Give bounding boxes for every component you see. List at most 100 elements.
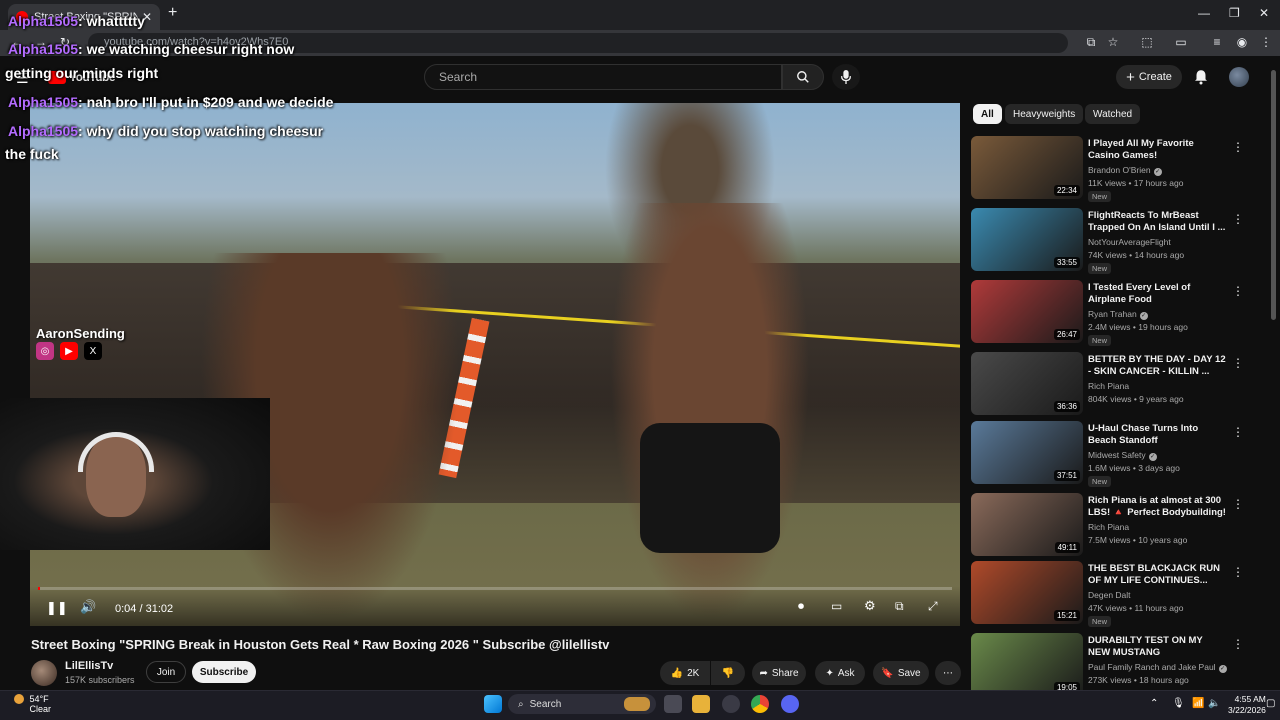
new-tab-icon[interactable]: + xyxy=(168,4,177,22)
menu-kebab-icon[interactable]: ⋮ xyxy=(1259,35,1273,49)
recommendation-item[interactable]: 22:34 I Played All My Favorite Casino Gam… xyxy=(971,136,1271,202)
channel-name[interactable]: LilEllisTv xyxy=(65,660,113,672)
miniplayer-icon[interactable]: ⧉ xyxy=(895,599,904,614)
recommendation-channel[interactable]: Rich Piana xyxy=(1088,381,1129,391)
join-button[interactable]: Join xyxy=(146,661,186,683)
settings-app-icon[interactable] xyxy=(722,695,740,713)
account-avatar[interactable] xyxy=(1229,67,1249,87)
more-vertical-icon[interactable]: ⋮ xyxy=(1232,637,1244,651)
channel-avatar[interactable] xyxy=(31,660,57,686)
windows-start-icon[interactable] xyxy=(484,695,502,713)
volume-icon[interactable]: 🔊 xyxy=(80,599,96,615)
recommendation-title[interactable]: BETTER BY THE DAY - DAY 12 - SKIN CANCER… xyxy=(1088,354,1226,378)
progress-bar[interactable] xyxy=(38,587,952,590)
recommendation-item[interactable]: 15:21 THE BEST BLACKJACK RUN OF MY LIFE C… xyxy=(971,561,1271,627)
task-view-icon[interactable] xyxy=(664,695,682,713)
notification-center-icon[interactable]: ▢ xyxy=(1266,698,1275,709)
settings-gear-icon[interactable]: ⚙ xyxy=(864,598,876,614)
restore-icon[interactable]: ❐ xyxy=(1229,6,1240,20)
volume-tray-icon[interactable]: 🔈 xyxy=(1208,698,1220,709)
voice-search-button[interactable] xyxy=(832,64,860,90)
share-button[interactable]: ➦ Share xyxy=(752,661,806,685)
recommendation-title[interactable]: I Played All My Favorite Casino Games! xyxy=(1088,138,1226,162)
file-explorer-icon[interactable] xyxy=(692,695,710,713)
system-clock[interactable]: 4:55 AM 3/22/2026 xyxy=(1228,694,1266,716)
ask-button[interactable]: ✦ Ask xyxy=(815,661,865,685)
channel-label: Degen Dalt xyxy=(1088,590,1131,600)
recommendation-title[interactable]: THE BEST BLACKJACK RUN OF MY LIFE CONTIN… xyxy=(1088,563,1226,587)
recommendation-title[interactable]: FlightReacts To MrBeast Trapped On An Is… xyxy=(1088,210,1226,234)
new-badge: New xyxy=(1088,191,1112,202)
more-vertical-icon[interactable]: ⋮ xyxy=(1232,497,1244,511)
more-actions-button[interactable]: ⋯ xyxy=(935,661,961,685)
video-thumbnail[interactable]: 22:34 xyxy=(971,136,1083,199)
cast-icon[interactable]: ⧉ xyxy=(1084,35,1098,49)
chat-message: Alpha1505: whattttty xyxy=(8,13,145,29)
video-thumbnail[interactable]: 19:05 xyxy=(971,633,1083,696)
search-input[interactable]: Search xyxy=(424,64,782,90)
search-icon xyxy=(797,71,809,83)
subscribe-button[interactable]: Subscribe xyxy=(192,661,256,683)
video-thumbnail[interactable]: 49:11 xyxy=(971,493,1083,556)
recommendation-title[interactable]: Rich Piana is at almost at 300 LBS! 🔺 Pe… xyxy=(1088,495,1226,519)
minimize-icon[interactable]: — xyxy=(1198,6,1210,20)
fullscreen-icon[interactable]: ⤢ xyxy=(928,599,938,614)
create-button[interactable]: + Create xyxy=(1116,65,1182,89)
recommendation-item[interactable]: 49:11 Rich Piana is at almost at 300 LBS!… xyxy=(971,493,1271,559)
video-thumbnail[interactable]: 37:51 xyxy=(971,421,1083,484)
video-thumbnail[interactable]: 33:55 xyxy=(971,208,1083,271)
recommendation-item[interactable]: 36:36 BETTER BY THE DAY - DAY 12 - SKIN C… xyxy=(971,352,1271,418)
video-thumbnail[interactable]: 15:21 xyxy=(971,561,1083,624)
chip-watched[interactable]: Watched xyxy=(1085,104,1141,124)
notifications-bell-icon[interactable] xyxy=(1192,68,1210,86)
more-vertical-icon[interactable]: ⋮ xyxy=(1232,565,1244,579)
recommendation-channel[interactable]: Ryan Trahan ✓ xyxy=(1088,309,1148,320)
search-button[interactable] xyxy=(782,64,824,90)
media-icon[interactable]: ≡ xyxy=(1210,35,1224,49)
recommendation-channel[interactable]: Paul Family Ranch and Jake Paul ✓ xyxy=(1088,662,1227,673)
video-thumbnail[interactable]: 26:47 xyxy=(971,280,1083,343)
recommendation-channel[interactable]: Degen Dalt xyxy=(1088,590,1131,600)
subtitles-icon[interactable]: ▭ xyxy=(831,599,842,613)
new-badge: New xyxy=(1088,616,1112,627)
bookmark-star-icon[interactable]: ☆ xyxy=(1106,35,1120,49)
sidebar-scrollbar[interactable] xyxy=(1271,70,1276,320)
recommendation-item[interactable]: 26:47 I Tested Every Level of Airplane Fo… xyxy=(971,280,1271,346)
more-vertical-icon[interactable]: ⋮ xyxy=(1232,212,1244,226)
save-button[interactable]: 🔖 Save xyxy=(873,661,929,685)
tray-chevron-icon[interactable]: ⌃ xyxy=(1150,698,1158,709)
chip-heavyweights[interactable]: Heavyweights xyxy=(1005,104,1084,124)
recommendation-channel[interactable]: Midwest Safety ✓ xyxy=(1088,450,1157,461)
mic-tray-icon[interactable]: 🎙 xyxy=(1172,698,1185,709)
like-button[interactable]: 👍 2K xyxy=(660,661,710,685)
recommendation-channel[interactable]: Rich Piana xyxy=(1088,522,1129,532)
recommendation-item[interactable]: 33:55 FlightReacts To MrBeast Trapped On … xyxy=(971,208,1271,274)
discord-icon[interactable] xyxy=(781,695,799,713)
recommendation-title[interactable]: U-Haul Chase Turns Into Beach Standoff xyxy=(1088,423,1226,447)
profile-icon[interactable]: ◉ xyxy=(1235,35,1249,49)
recommendation-channel[interactable]: Brandon O'Brien ✓ xyxy=(1088,165,1162,176)
extensions-icon[interactable]: ⬚ xyxy=(1140,35,1154,49)
window-close-icon[interactable]: ✕ xyxy=(1259,6,1269,20)
recommendation-item[interactable]: 37:51 U-Haul Chase Turns Into Beach Stand… xyxy=(971,421,1271,487)
weather-widget[interactable]: 54°F Clear xyxy=(14,694,51,714)
pause-icon[interactable]: ❚❚ xyxy=(46,600,68,616)
recommendation-title[interactable]: DURABILTY TEST ON MY NEW MUSTANG xyxy=(1088,635,1226,659)
burger-widget-icon xyxy=(624,697,650,711)
more-vertical-icon[interactable]: ⋮ xyxy=(1232,140,1244,154)
dislike-button[interactable]: 👎 xyxy=(711,661,745,685)
recommendation-channel[interactable]: NotYourAverageFlight xyxy=(1088,237,1171,247)
autoplay-toggle[interactable]: ⏺ xyxy=(798,599,804,614)
sidepanel-icon[interactable]: ▭ xyxy=(1174,35,1188,49)
recommendation-title[interactable]: I Tested Every Level of Airplane Food xyxy=(1088,282,1226,306)
more-vertical-icon[interactable]: ⋮ xyxy=(1232,284,1244,298)
taskbar-search[interactable]: ⌕ Search xyxy=(508,694,656,714)
chip-all[interactable]: All xyxy=(973,104,1002,124)
more-vertical-icon[interactable]: ⋮ xyxy=(1232,425,1244,439)
wifi-icon[interactable]: 📶 xyxy=(1192,698,1204,709)
more-vertical-icon[interactable]: ⋮ xyxy=(1232,356,1244,370)
recommendation-meta: 74K views • 14 hours ago xyxy=(1088,250,1185,260)
video-thumbnail[interactable]: 36:36 xyxy=(971,352,1083,415)
video-title: Street Boxing "SPRING Break in Houston G… xyxy=(31,637,610,652)
chrome-icon[interactable] xyxy=(751,695,769,713)
